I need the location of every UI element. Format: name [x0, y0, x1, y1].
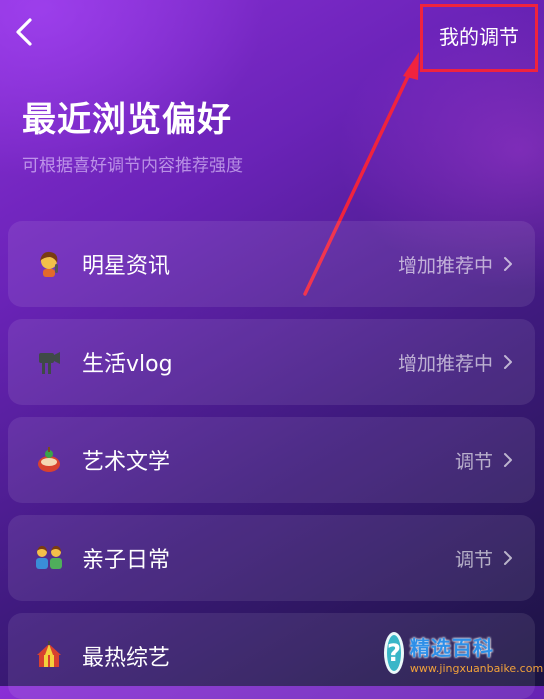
circus-tent-icon — [32, 639, 66, 673]
preference-item-parenting[interactable]: 亲子日常 调节 — [8, 515, 535, 601]
my-adjustment-button[interactable]: 我的调节 — [420, 4, 538, 72]
family-icon — [32, 541, 66, 575]
watermark-title: 精选百科 — [409, 635, 494, 660]
item-label: 明星资讯 — [82, 254, 171, 279]
art-palette-icon — [32, 443, 66, 477]
page-title: 最近浏览偏好 — [22, 100, 232, 140]
chevron-right-icon — [501, 450, 515, 470]
question-mark-icon: ? — [384, 632, 404, 674]
my-adjustment-label: 我的调节 — [439, 25, 519, 49]
preference-item-art-literature[interactable]: 艺术文学 调节 — [8, 417, 535, 503]
chevron-right-icon — [501, 548, 515, 568]
chevron-left-icon — [16, 18, 32, 46]
preference-item-life-vlog[interactable]: 生活vlog 增加推荐中 — [8, 319, 535, 405]
singer-emoji-icon — [32, 247, 66, 281]
chevron-right-icon — [501, 352, 515, 372]
item-label: 生活vlog — [82, 352, 173, 377]
chevron-right-icon — [501, 254, 515, 274]
item-status: 调节 — [454, 450, 493, 473]
site-watermark: ? 精选百科 www.jingxuanbaike.com — [384, 624, 543, 682]
back-button[interactable] — [6, 14, 42, 50]
item-label: 艺术文学 — [82, 450, 171, 475]
item-status: 增加推荐中 — [397, 254, 493, 277]
page-subtitle: 可根据喜好调节内容推荐强度 — [22, 156, 243, 176]
video-camera-icon — [32, 345, 66, 379]
preference-item-celebrity-news[interactable]: 明星资讯 增加推荐中 — [8, 221, 535, 307]
item-label: 亲子日常 — [82, 548, 171, 573]
item-status: 增加推荐中 — [397, 352, 493, 375]
watermark-url: www.jingxuanbaike.com — [409, 661, 544, 675]
item-status: 调节 — [454, 548, 493, 571]
